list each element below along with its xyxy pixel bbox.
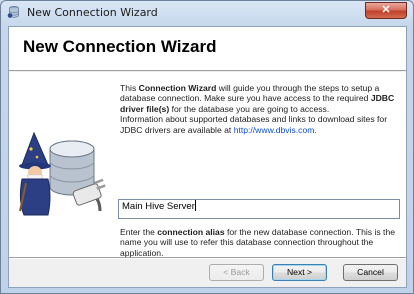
close-button[interactable]: ✕ bbox=[365, 2, 407, 19]
back-button[interactable]: < Back bbox=[209, 264, 264, 281]
wizard-window: New Connection Wizard ✕ New Connection W… bbox=[0, 0, 414, 294]
next-button[interactable]: Next > bbox=[272, 264, 327, 281]
page-title: New Connection Wizard bbox=[23, 37, 217, 56]
cancel-button[interactable]: Cancel bbox=[343, 264, 398, 281]
alias-help-text: Enter the connection alias for the new d… bbox=[120, 227, 395, 258]
dbvis-link[interactable]: http://www.dbvis.com bbox=[234, 125, 315, 135]
title-bar[interactable]: New Connection Wizard ✕ bbox=[1, 1, 413, 23]
wizard-content: This Connection Wizard will guide you th… bbox=[9, 72, 406, 258]
database-wizard-plug-icon bbox=[14, 127, 114, 227]
button-separator bbox=[9, 257, 406, 259]
intro-text: This Connection Wizard will guide you th… bbox=[120, 83, 395, 135]
window-title: New Connection Wizard bbox=[27, 6, 158, 19]
connection-alias-input[interactable]: Main Hive Server bbox=[118, 199, 400, 219]
database-wizard-icon bbox=[7, 5, 21, 19]
wizard-body: New Connection Wizard This Connection Wi… bbox=[8, 26, 407, 288]
wizard-header: New Connection Wizard bbox=[9, 27, 406, 71]
